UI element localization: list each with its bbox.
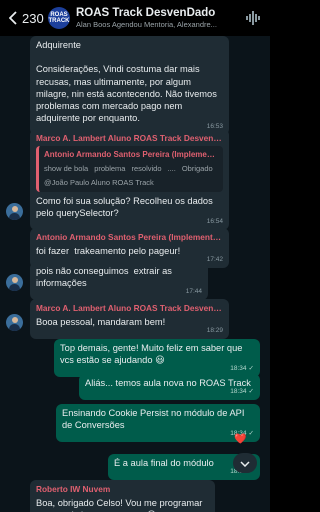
sender-avatar[interactable] (6, 203, 23, 220)
message-text: Adquirente Considerações, Vindi costuma … (36, 40, 217, 124)
message-bubble[interactable]: Top demais, gente! Muito feliz em saber … (54, 339, 260, 378)
chat-header: 230 ROAS TRACK ROAS Track DesvenDado Ala… (0, 0, 270, 36)
scroll-down-button[interactable] (233, 453, 257, 473)
message-time: 18:29 (206, 327, 223, 335)
quoted-sender: Antonio Armando Santos Pereira (Implemen… (44, 150, 218, 160)
heart-reaction-icon[interactable]: ❤️ (234, 434, 246, 445)
message-text: foi fazer trakeamento pelo pageur! (36, 246, 181, 257)
message-bubble[interactable]: Marco A. Lambert Aluno ROAS Track Desven… (30, 299, 229, 340)
read-check-icon: ✓ (248, 388, 254, 395)
message-text: Boa, obrigado Celso! Vou me programar pa… (36, 498, 203, 512)
quoted-mention: @João Paulo Aluno ROAS Track (44, 177, 154, 187)
message-bubble[interactable]: Marco A. Lambert Aluno ROAS Track Desven… (30, 129, 229, 231)
unread-count[interactable]: 230 (22, 11, 44, 26)
audio-wave-icon[interactable] (246, 11, 262, 25)
message-text: Aliás... temos aula nova no ROAS Track (85, 378, 251, 388)
message-bubble[interactable]: pois não conseguimos extrair as informaç… (30, 262, 208, 301)
message-time: 17:44 (185, 288, 202, 296)
message-text: Booa pessoal, mandaram bem! (36, 317, 166, 328)
message-text: Top demais, gente! Muito feliz em saber … (60, 343, 246, 366)
message-bubble[interactable]: Aliás... temos aula nova no ROAS Track 1… (79, 374, 260, 401)
message-bubble[interactable]: Ensinando Cookie Persist no módulo de AP… (56, 404, 260, 443)
sender-name[interactable]: Marco A. Lambert Aluno ROAS Track Desven… (36, 132, 223, 144)
back-icon[interactable] (6, 10, 20, 26)
chevron-down-icon (240, 454, 250, 472)
group-avatar[interactable]: ROAS TRACK (48, 7, 70, 29)
group-members: Alan Boos Agendou Mentoria, Alexandre... (76, 20, 217, 29)
message-text: pois não conseguimos extrair as informaç… (36, 266, 175, 289)
message-text: Como foi sua solução? Recolheu os dados … (36, 195, 216, 219)
message-bubble[interactable]: Roberto IW Nuvem Boa, obrigado Celso! Vo… (30, 480, 215, 512)
quoted-text: show de bola problema resolvido .... Obr… (44, 164, 213, 174)
sender-name[interactable]: Marco A. Lambert Aluno ROAS Track Desven… (36, 302, 223, 314)
message-time: 18:34✓ (230, 388, 254, 395)
message-bubble[interactable]: Adquirente Considerações, Vindi costuma … (30, 36, 229, 136)
group-info[interactable]: ROAS Track DesvenDado Alan Boos Agendou … (76, 7, 226, 29)
message-text: Ensinando Cookie Persist no módulo de AP… (62, 408, 248, 431)
sender-name[interactable]: Roberto IW Nuvem (36, 483, 209, 495)
message-list[interactable]: Adquirente Considerações, Vindi costuma … (0, 36, 270, 512)
sender-avatar[interactable] (6, 274, 23, 291)
group-title: ROAS Track DesvenDado (76, 7, 216, 19)
message-time: 17:42 (206, 256, 223, 264)
read-check-icon: ✓ (248, 365, 254, 373)
read-check-icon: ✓ (248, 430, 254, 438)
quoted-message[interactable]: Antonio Armando Santos Pereira (Implemen… (36, 146, 223, 192)
sender-avatar[interactable] (6, 314, 23, 331)
sender-name[interactable]: Antonio Armando Santos Pereira (Implemen… (36, 231, 223, 243)
message-time: 16:54 (206, 218, 223, 226)
